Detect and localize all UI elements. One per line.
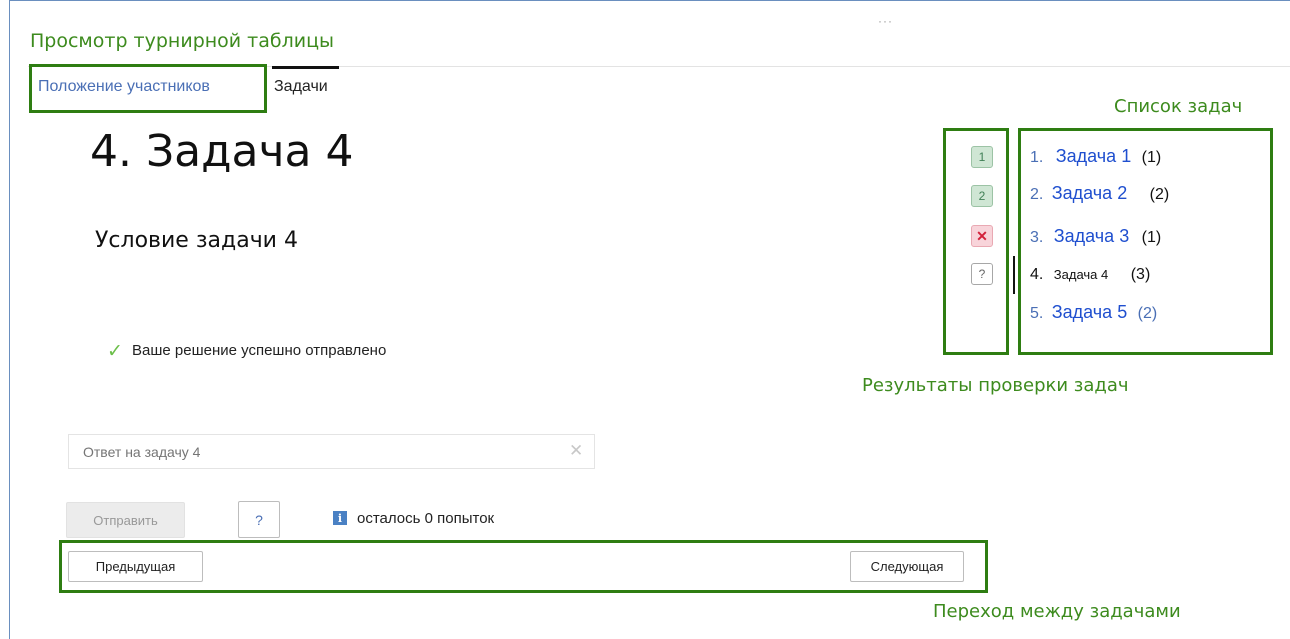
task-heading: 4. Задача 4	[90, 126, 354, 177]
window-top-border	[9, 0, 1290, 1]
current-task-marker	[1013, 256, 1015, 294]
tab-active-indicator	[272, 66, 339, 69]
close-icon[interactable]: ✕	[569, 441, 583, 461]
annotation-label-results: Результаты проверки задач	[862, 375, 1129, 396]
success-message: Ваше решение успешно отправлено	[132, 342, 387, 359]
tab-tasks[interactable]: Задачи	[274, 78, 328, 96]
annotation-box-navigation	[59, 540, 988, 593]
page-title: Просмотр турнирной таблицы	[30, 30, 335, 52]
help-button[interactable]: ?	[238, 501, 280, 538]
annotation-box-results	[943, 128, 1009, 355]
annotation-box-standings	[29, 64, 267, 113]
annotation-box-task-list	[1018, 128, 1273, 355]
drag-handle-icon[interactable]: ···	[878, 14, 893, 28]
task-condition: Условие задачи 4	[95, 228, 298, 253]
info-icon: i	[333, 511, 347, 525]
annotation-label-task-list: Список задач	[1114, 96, 1243, 117]
attempts-remaining: осталось 0 попыток	[357, 510, 495, 527]
annotation-label-navigation: Переход между задачами	[933, 601, 1181, 622]
answer-input[interactable]	[68, 434, 595, 469]
check-icon: ✓	[107, 341, 123, 362]
window-left-border	[9, 0, 10, 639]
submit-button[interactable]: Отправить	[66, 502, 185, 538]
